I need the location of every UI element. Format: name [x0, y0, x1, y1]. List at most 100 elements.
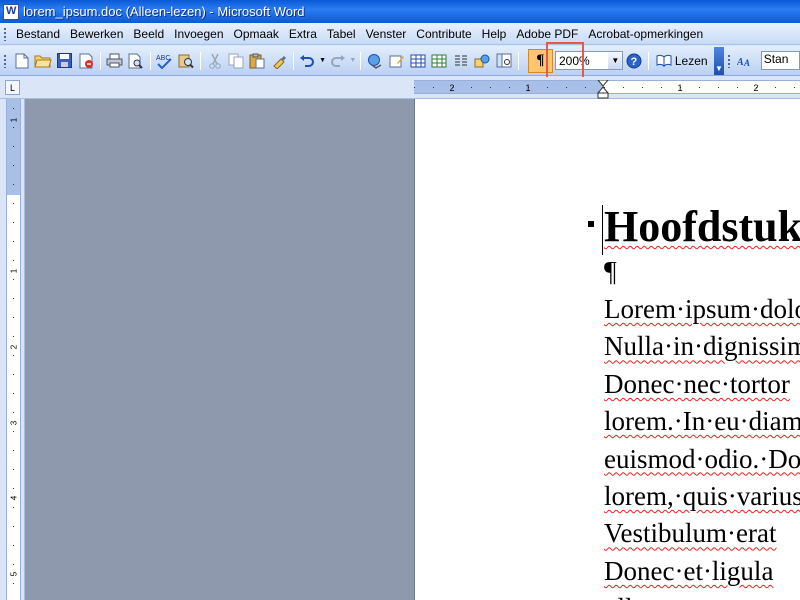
ruler-tick [13, 260, 14, 261]
menu-extra[interactable]: Extra [284, 24, 322, 44]
help-question-icon: ? [626, 53, 642, 68]
ruler-tick [13, 431, 14, 432]
menu-help[interactable]: Help [477, 24, 512, 44]
ruler-tick [661, 87, 662, 88]
zoom-combobox[interactable]: 200% ▼ [554, 51, 624, 70]
print-button[interactable] [104, 50, 125, 72]
print-preview-icon [128, 53, 143, 69]
ruler-tick [13, 203, 14, 204]
research-button[interactable] [175, 50, 196, 72]
ruler-tick [13, 469, 14, 470]
drawing-button[interactable] [472, 50, 493, 72]
ruler-tick [13, 317, 14, 318]
styles-formatting-button[interactable]: AA [735, 50, 756, 72]
document-body[interactable]: Hoofdstuk ¶ Lorem·ipsum·dolor Nulla·in·d… [588, 199, 800, 600]
ruler-tick [585, 87, 586, 88]
body-line[interactable]: Nulla·in·dignissim [604, 328, 800, 365]
undo-dropdown-button[interactable]: ▼ [318, 50, 327, 72]
indent-marker-icon[interactable] [597, 80, 609, 100]
menu-adobe-pdf[interactable]: Adobe PDF [511, 24, 583, 44]
menu-tabel[interactable]: Tabel [322, 24, 361, 44]
style-combobox[interactable]: Stan [760, 51, 800, 70]
ruler-tick [490, 87, 491, 88]
menu-grip-handle[interactable] [3, 26, 7, 41]
body-line[interactable]: lorem,·quis·varius [604, 478, 800, 515]
format-painter-button[interactable] [268, 50, 289, 72]
menu-venster[interactable]: Venster [361, 24, 412, 44]
spelling-button[interactable]: ABC [154, 50, 175, 72]
tab-stop-selector[interactable]: L [5, 80, 20, 95]
ruler-tick [642, 87, 643, 88]
open-button[interactable] [32, 50, 53, 72]
menu-invoegen[interactable]: Invoegen [169, 24, 228, 44]
ruler-tick [13, 127, 14, 128]
menu-opmaak[interactable]: Opmaak [229, 24, 284, 44]
new-document-button[interactable] [11, 50, 32, 72]
undo-button[interactable] [297, 50, 318, 72]
ruler-label: 2 [10, 344, 19, 349]
word-app-icon[interactable] [3, 3, 19, 20]
redo-dropdown-button[interactable]: ▼ [348, 50, 357, 72]
read-mode-button[interactable]: Lezen [652, 50, 712, 72]
ruler-tick [13, 545, 14, 546]
open-folder-icon [34, 55, 52, 68]
cut-button[interactable] [204, 50, 225, 72]
vertical-ruler-bar: 1 1 2 3 4 5 [0, 99, 25, 600]
scissors-icon [208, 53, 221, 69]
insert-hyperlink-button[interactable] [364, 50, 385, 72]
ruler-label: 1 [10, 117, 19, 122]
columns-icon [454, 55, 467, 65]
ruler-tick [623, 87, 624, 88]
paste-button[interactable] [247, 50, 268, 72]
insert-excel-button[interactable] [429, 50, 450, 72]
ruler-label: 4 [10, 495, 19, 500]
ruler-label: 3 [10, 420, 19, 425]
columns-button[interactable] [450, 50, 471, 72]
empty-paragraph-mark[interactable]: ¶ [604, 255, 800, 291]
title-bar[interactable]: lorem_ipsum.doc (Alleen-lezen) - Microso… [0, 0, 800, 23]
body-line[interactable]: ullamcorper [604, 590, 800, 600]
ruler-tick [13, 526, 14, 527]
ruler-tick [13, 355, 14, 356]
toolbar-options-button[interactable]: ▼ [713, 46, 725, 75]
horizontal-ruler-bar: L 2 1 1 2 [0, 77, 800, 99]
print-preview-button[interactable] [125, 50, 146, 72]
toolbar-grip-handle[interactable] [3, 53, 7, 68]
zoom-dropdown-arrow[interactable]: ▼ [608, 52, 623, 69]
body-line[interactable]: Donec·nec·tortor [604, 366, 800, 403]
save-button[interactable] [54, 50, 75, 72]
tables-borders-button[interactable] [386, 50, 407, 72]
document-workspace-background [25, 99, 414, 600]
vertical-ruler-ticks: 1 1 2 3 4 5 [10, 108, 19, 584]
body-line[interactable]: Donec·et·ligula [604, 553, 800, 590]
new-document-icon [15, 53, 29, 68]
body-line[interactable]: Vestibulum·erat [604, 515, 800, 552]
permission-button[interactable] [75, 50, 96, 72]
ruler-tick [13, 488, 14, 489]
redo-button[interactable] [327, 50, 348, 72]
formatting-toolbar-grip-handle[interactable] [727, 53, 732, 68]
body-line[interactable]: euismod·odio.·Donec [604, 441, 800, 478]
vertical-ruler[interactable]: 1 1 2 3 4 5 [6, 99, 21, 600]
document-page[interactable]: Hoofdstuk ¶ Lorem·ipsum·dolor Nulla·in·d… [414, 99, 800, 600]
help-button[interactable]: ? [623, 50, 644, 72]
excel-worksheet-icon [431, 54, 447, 67]
menu-acrobat-opmerkingen[interactable]: Acrobat-opmerkingen [583, 24, 708, 44]
drawing-shapes-icon [474, 54, 490, 67]
ruler-tick [433, 87, 434, 88]
menu-bestand[interactable]: Bestand [11, 24, 65, 44]
zoom-value[interactable]: 200% [556, 54, 608, 68]
show-hide-formatting-button[interactable]: ¶ [527, 48, 553, 73]
chapter-heading[interactable]: Hoofdstuk [604, 199, 800, 255]
menu-beeld[interactable]: Beeld [128, 24, 169, 44]
menu-contribute[interactable]: Contribute [411, 24, 476, 44]
insert-table-button[interactable] [407, 50, 428, 72]
ruler-tick [13, 564, 14, 565]
body-line[interactable]: lorem.·In·eu·diam [604, 403, 800, 440]
copy-button[interactable] [225, 50, 246, 72]
body-line[interactable]: Lorem·ipsum·dolor [604, 291, 800, 328]
ruler-tick [509, 87, 510, 88]
ruler-label: 2 [753, 83, 758, 93]
document-map-button[interactable] [493, 50, 514, 72]
menu-bewerken[interactable]: Bewerken [65, 24, 128, 44]
